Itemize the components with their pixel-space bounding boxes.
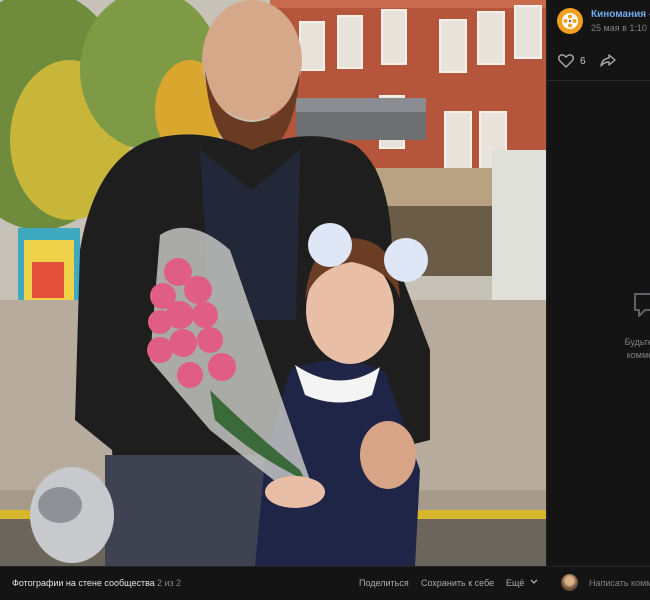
chevron-down-icon	[530, 579, 538, 584]
save-button[interactable]: Сохранить к себе	[421, 578, 494, 588]
post-author[interactable]: Киномания - Л 25 мая в 1:10	[557, 8, 650, 34]
avatar	[561, 574, 578, 591]
more-label: Ещё	[506, 578, 525, 588]
album-caption[interactable]: Фотографии на стене сообщества	[12, 578, 155, 588]
post-date[interactable]: 25 мая в 1:10	[591, 23, 650, 33]
photo-footer: Фотографии на стене сообщества 2 из 2 По…	[0, 566, 650, 600]
author-name[interactable]: Киномания - Л	[591, 9, 650, 20]
share-button[interactable]: Поделиться	[359, 578, 409, 588]
heart-icon	[558, 54, 574, 68]
comment-input[interactable]: Написать комм	[589, 578, 650, 588]
comment-composer[interactable]: Написать комм	[548, 567, 650, 600]
film-reel-icon[interactable]	[557, 8, 583, 34]
share-arrow-icon[interactable]	[600, 54, 616, 72]
more-button[interactable]: Ещё	[506, 578, 538, 588]
comments-empty-message: Будьте среди пер комментарий к з	[581, 336, 650, 362]
photo-image	[0, 0, 546, 566]
likes-count: 6	[580, 55, 586, 67]
comments-empty-line2: комментарий к з	[626, 350, 650, 360]
like-button[interactable]: 6	[558, 54, 586, 68]
comment-bubble-icon	[631, 290, 650, 325]
photo-viewer[interactable]	[0, 0, 546, 566]
photo-counter: 2 из 2	[157, 578, 182, 588]
divider	[547, 80, 650, 81]
side-panel: Киномания - Л 25 мая в 1:10 6 Будьте сре…	[546, 0, 650, 566]
comments-empty-line1: Будьте среди пер	[624, 337, 650, 347]
